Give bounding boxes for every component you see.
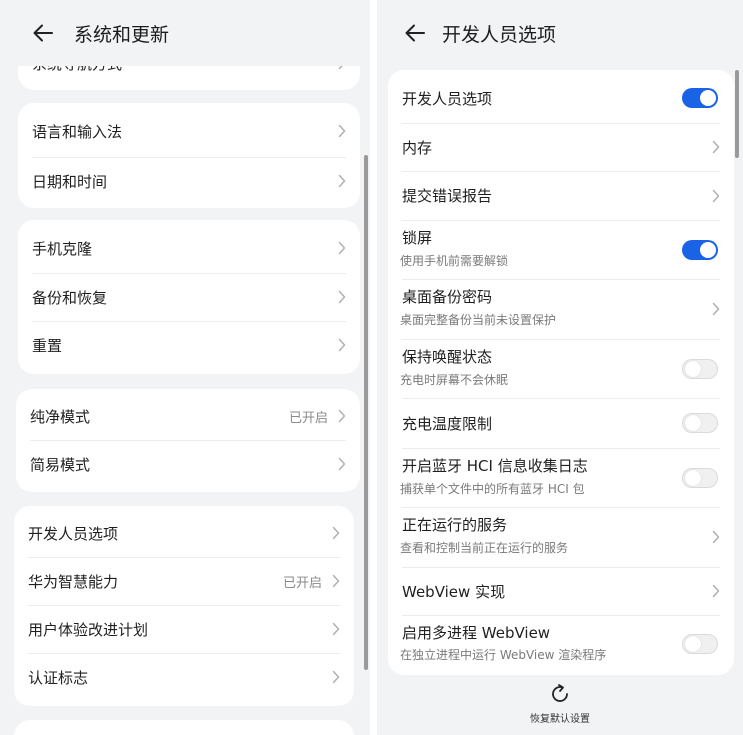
list-item-label: 启用多进程 WebView xyxy=(402,624,551,642)
chevron-right-icon xyxy=(332,526,340,540)
list-item-label: 保持唤醒状态 xyxy=(402,348,493,366)
list-item-developer-options[interactable]: 开发人员选项 xyxy=(14,509,354,557)
restore-defaults-label: 恢复默认设置 xyxy=(530,714,590,725)
list-item-label: 锁屏 xyxy=(402,229,433,247)
developer-options-card: 开发人员选项 内存 提交错误报告 锁屏 使用手机前需要解锁 桌面备份密码 桌面完… xyxy=(388,70,734,675)
list-item-memory[interactable]: 内存 xyxy=(388,123,734,171)
system-update-screen: 系统和更新 系统导航方式 语言和输入法 日期和时间 手机克隆 备份和恢复 xyxy=(0,0,370,735)
chevron-right-icon xyxy=(338,290,346,304)
list-item-label: WebView 实现 xyxy=(402,582,506,601)
settings-card-developer: 开发人员选项 华为智慧能力 已开启 用户体验改进计划 认证标志 xyxy=(14,506,354,706)
scrollbar[interactable] xyxy=(364,155,368,670)
status-text: 已开启 xyxy=(288,410,328,426)
list-item-charge-temp-limit[interactable]: 充电温度限制 xyxy=(388,398,734,448)
list-item-label: 提交错误报告 xyxy=(402,187,493,205)
chevron-right-icon xyxy=(338,241,346,255)
list-item-backup-restore[interactable]: 备份和恢复 xyxy=(18,273,360,321)
list-item-label: 纯净模式 xyxy=(30,407,91,426)
list-item-label: 华为智慧能力 xyxy=(28,572,119,591)
list-item-bug-report[interactable]: 提交错误报告 xyxy=(388,171,734,220)
list-item-subtitle: 在独立进程中运行 WebView 渲染程序 xyxy=(400,648,607,662)
developer-options-toggle[interactable] xyxy=(682,88,718,108)
list-item-label: 桌面备份密码 xyxy=(402,288,493,306)
page-title: 开发人员选项 xyxy=(442,23,557,46)
list-item-simple-mode[interactable]: 简易模式 xyxy=(16,440,360,488)
status-text: 已开启 xyxy=(282,575,322,591)
list-item-stay-awake[interactable]: 保持唤醒状态 充电时屏幕不会休眠 xyxy=(388,339,734,398)
bluetooth-hci-log-toggle[interactable] xyxy=(682,467,718,488)
list-item-label: 充电温度限制 xyxy=(402,414,493,433)
chevron-right-icon xyxy=(332,670,340,684)
list-item-user-experience[interactable]: 用户体验改进计划 xyxy=(14,605,354,653)
settings-card-backup: 手机克隆 备份和恢复 重置 xyxy=(18,220,360,374)
chevron-right-icon xyxy=(338,124,346,138)
settings-card-next xyxy=(14,720,354,735)
chevron-right-icon xyxy=(338,174,346,188)
list-item-subtitle: 充电时屏幕不会休眠 xyxy=(400,373,509,387)
list-item-backup-password[interactable]: 桌面备份密码 桌面完整备份当前未设置保护 xyxy=(388,279,734,339)
list-item-running-services[interactable]: 正在运行的服务 查看和控制当前正在运行的服务 xyxy=(388,507,734,567)
list-item-phone-clone[interactable]: 手机克隆 xyxy=(18,224,360,272)
list-item-label: 正在运行的服务 xyxy=(402,516,508,534)
header: 开发人员选项 xyxy=(377,0,743,66)
page-title: 系统和更新 xyxy=(74,23,170,46)
chevron-right-icon xyxy=(712,189,720,203)
chevron-right-icon xyxy=(338,409,346,423)
back-arrow-icon[interactable] xyxy=(32,22,54,44)
chevron-right-icon xyxy=(712,302,720,316)
list-item-subtitle: 使用手机前需要解锁 xyxy=(400,254,509,268)
chevron-right-icon xyxy=(332,574,340,588)
list-item-certification[interactable]: 认证标志 xyxy=(14,653,354,701)
list-item-label: 认证标志 xyxy=(28,668,89,687)
list-item-label: 语言和输入法 xyxy=(32,122,123,141)
list-item-pure-mode[interactable]: 纯净模式 已开启 xyxy=(16,392,360,440)
list-item-label: 日期和时间 xyxy=(32,172,108,191)
restore-defaults-button[interactable]: 恢复默认设置 xyxy=(377,682,743,725)
list-item-label: 用户体验改进计划 xyxy=(28,620,149,639)
list-item-webview-implementation[interactable]: WebView 实现 xyxy=(388,567,734,615)
list-item-label: 开发人员选项 xyxy=(28,524,119,543)
list-item-label: 开启蓝牙 HCI 信息收集日志 xyxy=(402,457,588,475)
list-item-developer-options[interactable]: 开发人员选项 xyxy=(388,74,734,122)
list-item-subtitle: 查看和控制当前正在运行的服务 xyxy=(400,541,569,555)
list-item-subtitle: 桌面完整备份当前未设置保护 xyxy=(400,313,557,327)
chevron-right-icon xyxy=(338,457,346,471)
chevron-right-icon xyxy=(712,140,720,154)
chevron-right-icon xyxy=(332,622,340,636)
settings-card-modes: 纯净模式 已开启 简易模式 xyxy=(16,389,360,492)
list-item-huawei-intelligence[interactable]: 华为智慧能力 已开启 xyxy=(14,557,354,605)
multiprocess-webview-toggle[interactable] xyxy=(682,634,718,654)
chevron-right-icon xyxy=(338,338,346,352)
list-item-label: 重置 xyxy=(32,336,63,355)
chevron-right-icon xyxy=(712,530,720,544)
developer-options-screen: 开发人员选项 开发人员选项 内存 提交错误报告 锁屏 使用手机前需要解锁 桌面备… xyxy=(377,0,743,735)
scrollbar[interactable] xyxy=(735,70,739,158)
lock-screen-toggle[interactable] xyxy=(682,239,718,260)
list-item-date-time[interactable]: 日期和时间 xyxy=(18,157,360,205)
list-item-label: 手机克隆 xyxy=(32,239,93,258)
list-item-lock-screen[interactable]: 锁屏 使用手机前需要解锁 xyxy=(388,220,734,279)
list-item-label: 内存 xyxy=(402,138,433,157)
list-item-reset[interactable]: 重置 xyxy=(18,321,360,369)
list-item-bluetooth-hci-log[interactable]: 开启蓝牙 HCI 信息收集日志 捕获单个文件中的所有蓝牙 HCI 包 xyxy=(388,448,734,507)
settings-card-language: 语言和输入法 日期和时间 xyxy=(18,103,360,208)
header: 系统和更新 xyxy=(0,0,370,66)
list-item-label: 开发人员选项 xyxy=(402,89,493,108)
list-item-multiprocess-webview[interactable]: 启用多进程 WebView 在独立进程中运行 WebView 渲染程序 xyxy=(388,615,734,673)
list-item-subtitle: 捕获单个文件中的所有蓝牙 HCI 包 xyxy=(400,482,585,496)
stay-awake-toggle[interactable] xyxy=(682,358,718,379)
chevron-right-icon xyxy=(712,584,720,598)
list-item-language[interactable]: 语言和输入法 xyxy=(18,107,360,155)
charge-temp-limit-toggle[interactable] xyxy=(682,413,718,433)
list-item-label: 备份和恢复 xyxy=(32,288,108,307)
back-arrow-icon[interactable] xyxy=(404,22,426,44)
refresh-icon xyxy=(552,684,568,702)
list-item-label: 简易模式 xyxy=(30,455,91,474)
